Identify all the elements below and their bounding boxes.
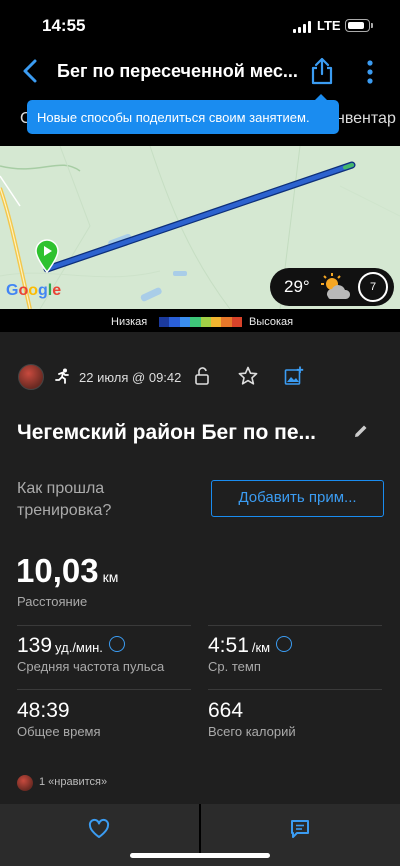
- more-vertical-icon[interactable]: [360, 58, 380, 86]
- page-title: Бег по пересеченной мес...: [57, 61, 297, 81]
- tab-gear[interactable]: нвентар: [336, 110, 396, 128]
- legend-swatch: [169, 317, 180, 327]
- avg-pace-label: Ср. темп: [208, 659, 261, 674]
- bottom-action-bar: [0, 804, 400, 866]
- partly-sunny-icon: [321, 273, 351, 299]
- avg-pace-value: 4:51/км: [208, 634, 293, 658]
- avg-heart-rate-value: 139 уд./мин.: [17, 634, 125, 658]
- likes-count: 1 «нравится»: [39, 776, 108, 788]
- legend-swatch: [221, 317, 232, 327]
- signal-icon: [293, 21, 311, 33]
- status-bar: 14:55 LTE: [0, 0, 400, 50]
- comment-icon[interactable]: [289, 818, 311, 840]
- total-calories-value: 664: [208, 699, 244, 722]
- total-time-label: Общее время: [17, 724, 101, 739]
- intensity-legend: Низкая Высокая: [0, 312, 400, 332]
- distance-number: 10,03: [16, 552, 99, 589]
- network-type: LTE: [317, 18, 341, 33]
- legend-swatch: [200, 317, 211, 327]
- legend-low-label: Низкая: [111, 316, 148, 328]
- bottom-bar-divider: [199, 804, 201, 854]
- avg-heart-rate-number: 139: [17, 634, 53, 657]
- total-time-value: 48:39: [17, 699, 70, 722]
- heart-icon[interactable]: [88, 818, 110, 840]
- legend-gradient: [159, 317, 242, 327]
- back-chevron-icon[interactable]: [18, 58, 44, 84]
- status-time: 14:55: [42, 16, 86, 35]
- legend-swatch: [159, 317, 170, 327]
- avatar[interactable]: [18, 364, 44, 390]
- pencil-icon[interactable]: [353, 423, 369, 439]
- header: Бег по пересеченной мес...: [0, 50, 400, 94]
- divider: [17, 625, 191, 626]
- divider: [208, 625, 382, 626]
- star-icon[interactable]: [238, 366, 258, 386]
- activity-details: 22 июля @ 09:42 Чегемский район Бег по п…: [0, 332, 400, 804]
- divider: [208, 689, 382, 690]
- wind-speed-dial: 7: [358, 272, 388, 302]
- weather-temperature: 29°: [284, 277, 310, 296]
- pace-zone-icon[interactable]: [276, 636, 293, 653]
- legend-swatch: [210, 317, 222, 327]
- activity-name: Чегемский район Бег по пе...: [17, 421, 317, 444]
- distance-label: Расстояние: [17, 594, 88, 609]
- running-icon: [55, 368, 69, 384]
- avg-heart-rate-unit: уд./мин.: [55, 640, 103, 655]
- workout-feedback-question: Как прошла тренировка?: [17, 480, 112, 519]
- unlock-icon[interactable]: [194, 367, 210, 385]
- distance-value: 10,03 км: [16, 552, 118, 590]
- legend-swatch: [179, 317, 191, 327]
- legend-high-label: Высокая: [249, 316, 294, 328]
- like-avatar: [17, 775, 33, 791]
- avg-heart-rate-label: Средняя частота пульса: [17, 659, 165, 674]
- avg-pace-unit: /км: [251, 640, 271, 655]
- share-tooltip[interactable]: Новые способы поделиться своим занятием.: [27, 100, 339, 134]
- route-map[interactable]: Google 29° 7: [0, 146, 400, 309]
- legend-swatch: [190, 317, 201, 327]
- add-note-button[interactable]: Добавить прим...: [211, 480, 384, 517]
- total-calories-label: Всего калорий: [208, 724, 296, 739]
- activity-date: 22 июля @ 09:42: [79, 370, 182, 385]
- activity-meta-row: 22 июля @ 09:42: [0, 362, 400, 392]
- avg-pace-number: 4:51: [208, 634, 249, 657]
- start-marker-icon: [35, 239, 59, 273]
- divider: [17, 689, 191, 690]
- weather-widget[interactable]: 29° 7: [270, 268, 394, 306]
- heart-rate-zone-icon[interactable]: [108, 636, 125, 653]
- battery-icon: [345, 19, 370, 32]
- share-icon[interactable]: [308, 56, 336, 86]
- distance-unit: км: [102, 569, 119, 585]
- legend-swatch: [231, 317, 242, 327]
- home-indicator: [130, 853, 270, 858]
- add-photo-icon[interactable]: [284, 366, 304, 386]
- battery-tip: [371, 23, 373, 28]
- google-logo: Google: [6, 282, 62, 299]
